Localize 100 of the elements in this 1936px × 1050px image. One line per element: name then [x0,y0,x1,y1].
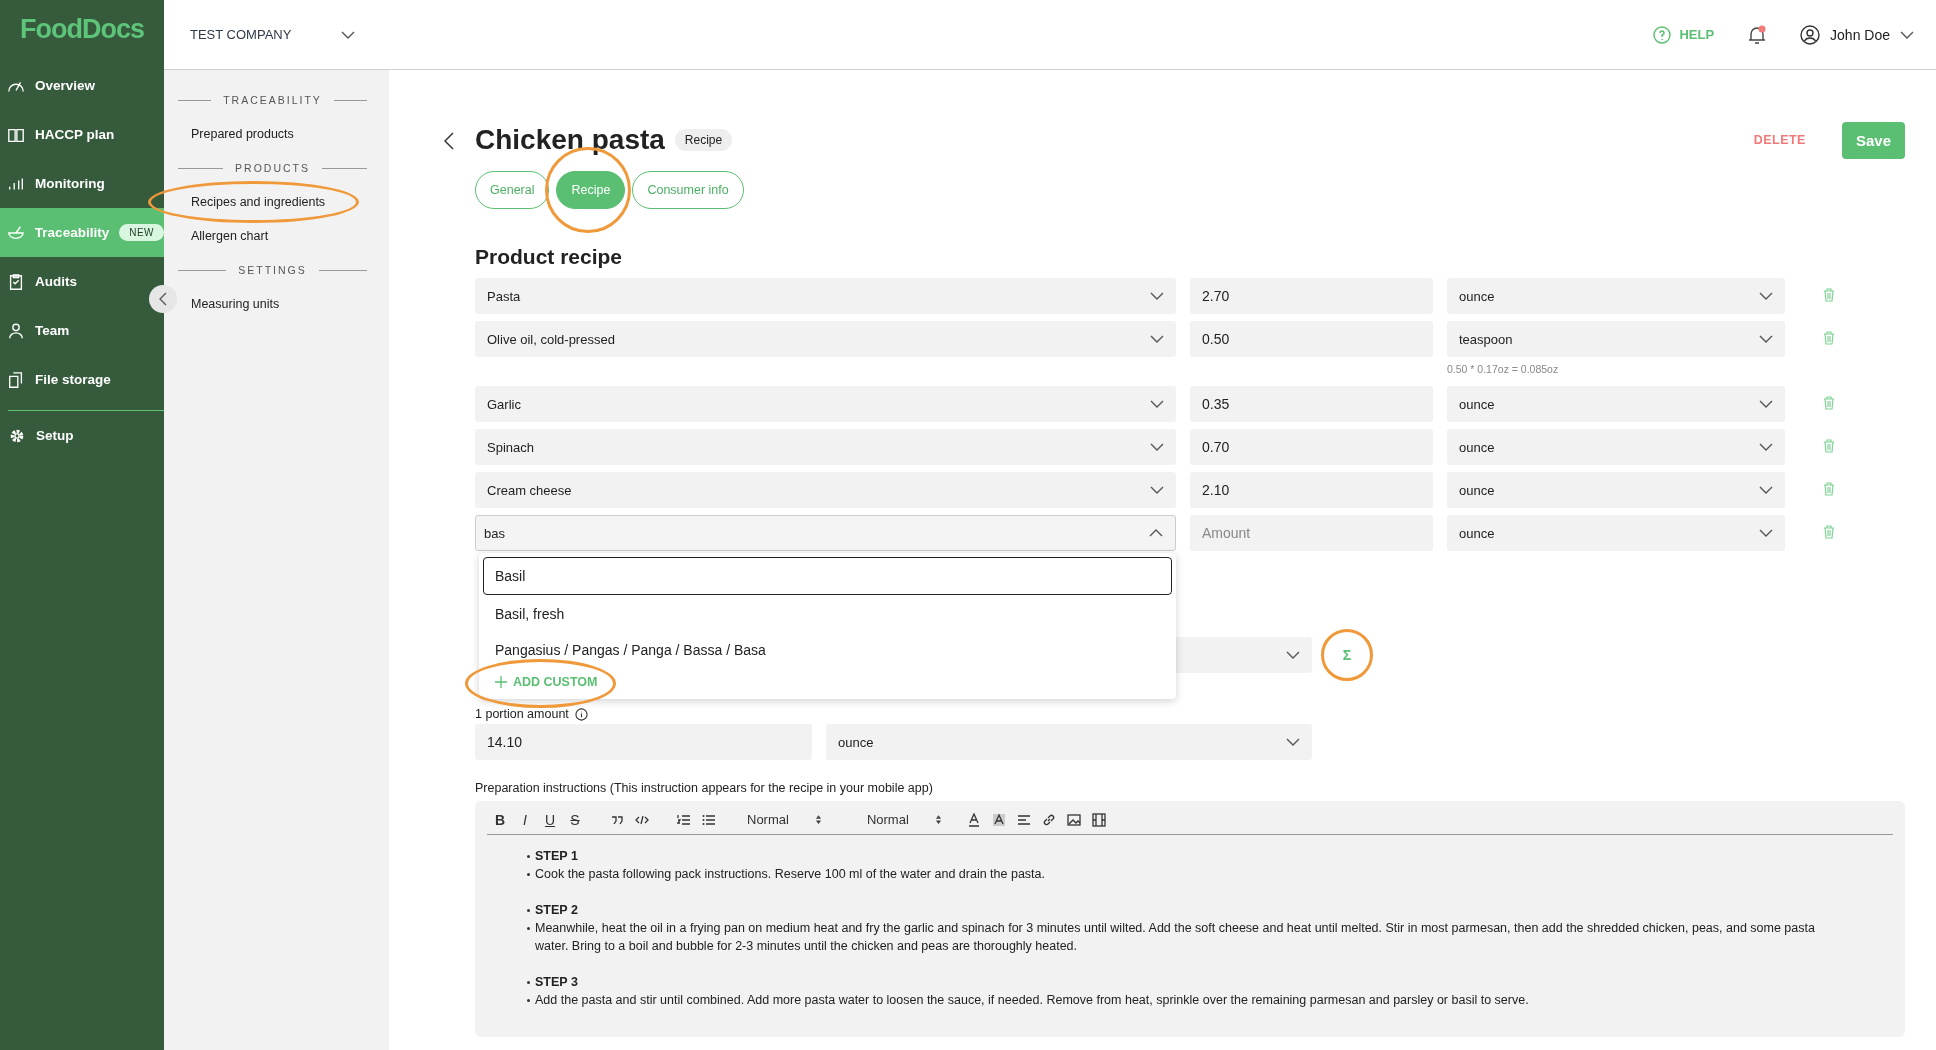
ingredient-select[interactable]: Garlic [475,386,1176,422]
unit-select[interactable]: ounce [1447,386,1785,422]
text-editor[interactable] [475,801,1905,1037]
chevron-down-icon [1759,292,1773,300]
dropdown-option[interactable]: Basil [483,557,1172,595]
ingredient-select[interactable]: Spinach [475,429,1176,465]
plus-icon [495,676,507,688]
film-icon[interactable] [1091,812,1106,827]
step-text: Meanwhile, heat the oil in a frying pan on medium heat and fry the garlic and spinach for 3 minutes until wilted. Add the soft cheese and heat until melted. Stir in most parmesan, then add the shredded chicken, peas, and some pasta water. Bring to a boil and bubble for 2-3 minutes until the chicken and peas are thoroughly heated. [535,920,1816,955]
sidebar-label: Audits [35,274,77,289]
files-icon [7,370,25,389]
sidebar-item[interactable]: Traceability NEW [0,208,164,257]
italic-button[interactable]: I [518,811,532,828]
amount-field[interactable]: 2.70 [1190,278,1433,314]
format-select[interactable]: Normal [860,811,948,828]
section-heading: TRACEABILITY [223,94,322,106]
field-label: Preparation instructions (This instruction appears for the recipe in your mobile app) [475,781,934,795]
bullet-icon [527,873,530,876]
amount-field[interactable]: 2.10 [1190,472,1433,508]
unit-select[interactable]: ounce [1447,278,1785,314]
unit-select[interactable]: ounce [1447,515,1785,551]
sidebar-item[interactable]: Team [0,306,164,355]
format-select[interactable]: Normal [741,811,828,828]
chevron-down-icon [1286,651,1300,659]
chevron-left-icon [444,131,454,150]
chevron-down-icon [1150,292,1164,300]
step-heading: STEP 1 [535,848,578,865]
user-menu[interactable]: John Doe [1794,23,1920,46]
amount-field[interactable]: 0.50 [1190,321,1433,357]
section-title: Product recipe [475,245,624,269]
dropdown-option[interactable]: Basil, fresh [483,596,1172,632]
amount-field[interactable]: 0.35 [1190,386,1433,422]
step-heading: STEP 3 [535,974,578,991]
clipboard-icon [7,272,25,291]
user-icon [1800,24,1821,45]
bold-button[interactable]: B [493,811,507,828]
info-icon [574,707,588,721]
submenu-item[interactable]: Recipes and ingredients [178,195,326,209]
ingredient-select[interactable]: Olive oil, cold-pressed [475,321,1176,357]
dropdown-option[interactable]: Pangasius / Pangas / Panga / Bassa / Basa [483,632,1172,668]
chevron-down-icon [1150,335,1164,343]
chevron-down-icon [341,30,356,39]
bullet-icon [527,927,530,930]
notification-bell-icon[interactable] [1748,23,1767,46]
ingredient-select[interactable]: Cream cheese [475,472,1176,508]
portion-field[interactable]: 14.10 [475,724,812,760]
sidebar-item[interactable]: Audits [0,257,164,306]
logo[interactable]: FoodDocs [20,14,144,48]
image-icon[interactable] [1066,812,1081,827]
amount-field[interactable]: 0.70 [1190,429,1433,465]
ingredient-select[interactable]: Pasta [475,278,1176,314]
bullet-icon [527,909,530,912]
link-icon[interactable] [1041,812,1056,827]
bullet-list-icon[interactable] [702,812,716,827]
bullet-icon [527,999,530,1002]
new-badge: NEW [119,224,164,241]
field-label: 1 portion amount [475,707,569,721]
chevron-left-icon [159,292,167,306]
step-text: Add the pasta and stir until combined. Add more pasta water to loosen the sauce, if needed. Remove from heat, sprinkle over the remaining parmesan and parsley or basil to serve. [535,992,1529,1009]
company-dropdown[interactable]: TEST COMPANY [190,27,356,42]
submenu-item[interactable]: Measuring units [178,297,280,311]
sidebar-item[interactable]: Monitoring [0,159,164,208]
text-color-icon[interactable] [966,812,981,827]
conversion-note: 0.50 * 0.17oz = 0.085oz [1447,363,1560,375]
bullet-icon [527,855,530,858]
sidebar-item[interactable]: File storage [0,355,164,404]
chevron-down-icon [1759,335,1773,343]
recipe-badge: Recipe [674,129,733,151]
section-heading: SETTINGS [238,264,307,276]
unit-select[interactable]: ounce [826,724,1312,760]
section-heading: PRODUCTS [235,162,310,174]
sidebar-label: Overview [35,78,96,93]
unit-select[interactable]: ounce [1447,472,1785,508]
sidebar-label: Team [35,323,70,338]
underline-button[interactable]: U [543,811,557,828]
align-icon[interactable] [1016,812,1031,827]
chevron-down-icon [1759,529,1773,537]
sidebar-label: Monitoring [35,176,105,191]
sidebar-label: File storage [35,372,111,387]
sidebar-item[interactable]: HACCP plan [0,110,164,159]
sidebar-label: Traceability [34,225,110,240]
submenu-item[interactable]: Prepared products [178,127,294,141]
unit-select[interactable]: teaspoon [1447,321,1785,357]
chevron-down-icon [1150,443,1164,451]
submenu-item[interactable]: Allergen chart [178,229,269,243]
numbered-list-icon[interactable] [677,812,691,827]
chevron-down-icon [1150,486,1164,494]
chevron-down-icon [1150,400,1164,408]
sidebar-label: HACCP plan [35,127,115,142]
step-heading: STEP 2 [535,902,578,919]
collapse-button[interactable] [149,285,177,313]
background-color-icon[interactable] [991,812,1006,827]
chevron-down-icon [1759,486,1773,494]
strikethrough-button[interactable]: S [568,811,582,828]
page-title: Chicken pasta [475,124,665,156]
unit-select[interactable]: ounce [1447,429,1785,465]
sidebar-item[interactable]: Overview [0,61,164,110]
ingredient-select[interactable]: bas [475,515,1176,551]
chevron-up-icon [1149,529,1163,537]
step-text: Cook the pasta following pack instructions. Reserve 100 ml of the water and drain the pasta. [535,866,1045,883]
